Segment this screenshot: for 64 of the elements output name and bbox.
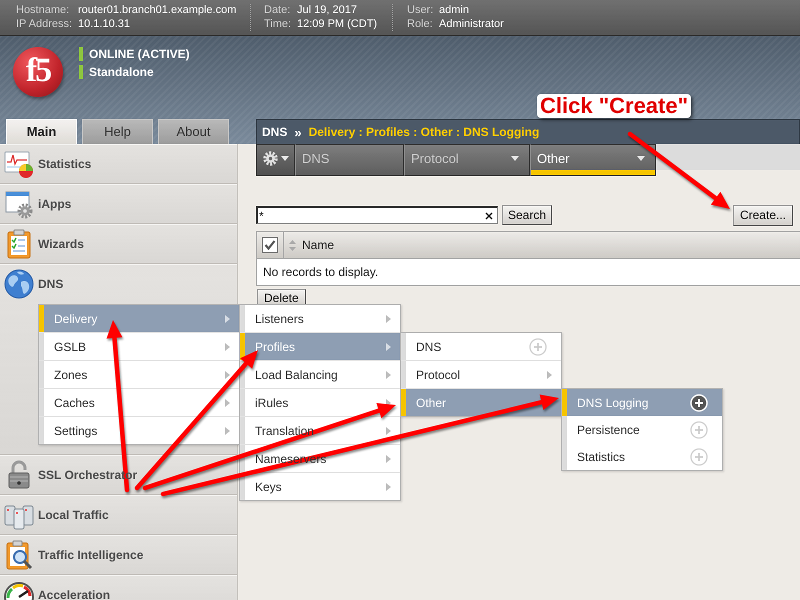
settings-menu-button[interactable] bbox=[256, 144, 295, 176]
sidebar-item[interactable]: Wizards bbox=[0, 225, 237, 263]
search-button[interactable]: Search bbox=[502, 205, 552, 225]
search-field[interactable]: * bbox=[256, 206, 498, 224]
create-button[interactable]: Create... bbox=[732, 204, 793, 226]
globe-icon bbox=[3, 268, 35, 300]
info-value: 10.1.10.31 bbox=[78, 18, 131, 31]
sidebar-item[interactable]: Traffic Intelligence bbox=[0, 536, 237, 574]
caret-right-icon bbox=[386, 370, 391, 378]
menu-item[interactable]: DNS bbox=[401, 333, 561, 361]
caret-right-icon bbox=[547, 370, 552, 378]
nav-tab[interactable]: Help bbox=[82, 119, 153, 144]
info-value: router01.branch01.example.com bbox=[78, 4, 238, 17]
nav-tab[interactable]: About bbox=[158, 119, 229, 144]
caret-right-icon bbox=[225, 314, 230, 322]
info-label: Hostname: bbox=[16, 4, 70, 17]
logo: f5 bbox=[13, 47, 63, 97]
status-text: Standalone bbox=[89, 65, 154, 79]
menu-item[interactable]: Persistence bbox=[562, 416, 722, 443]
info-value: admin bbox=[439, 4, 470, 17]
caret-right-icon bbox=[386, 342, 391, 350]
settings-icon bbox=[262, 150, 278, 166]
info-label: Date: bbox=[264, 4, 292, 17]
caret-right-icon bbox=[386, 454, 391, 462]
info-value: 12:09 PM (CDT) bbox=[297, 18, 378, 31]
info-value: Administrator bbox=[439, 18, 504, 31]
caret-right-icon bbox=[386, 426, 391, 434]
caret-right-icon bbox=[386, 314, 391, 322]
caret-right-icon bbox=[386, 482, 391, 490]
caret-right-icon bbox=[225, 342, 230, 350]
nav-tab[interactable]: Main bbox=[6, 119, 77, 144]
caret-right-icon bbox=[225, 426, 230, 434]
info-label: IP Address: bbox=[16, 18, 74, 31]
status-indicator-icon bbox=[79, 65, 83, 79]
info-label: User: bbox=[407, 4, 434, 17]
menu-item[interactable]: Caches bbox=[39, 389, 239, 417]
sidebar-item[interactable]: DNS bbox=[0, 265, 237, 303]
empty-message: No records to display. bbox=[262, 264, 380, 281]
caret-right-icon bbox=[225, 398, 230, 406]
sidebar-item[interactable]: iApps bbox=[0, 185, 237, 223]
annotation-label: Click "Create" bbox=[537, 94, 692, 118]
caret-down-icon bbox=[280, 156, 288, 160]
menu-item[interactable]: Statistics bbox=[562, 443, 722, 470]
info-value: Jul 19, 2017 bbox=[297, 4, 358, 17]
info-label: Role: bbox=[407, 18, 434, 31]
sort-icon bbox=[289, 240, 296, 250]
clear-icon[interactable] bbox=[485, 212, 493, 220]
breadcrumb-separator: » bbox=[294, 124, 302, 140]
breadcrumb-section: DNS bbox=[262, 125, 288, 139]
menu-item[interactable]: Zones bbox=[39, 361, 239, 389]
column-header[interactable]: Name bbox=[284, 232, 334, 258]
sidebar-item[interactable]: Acceleration bbox=[0, 576, 237, 600]
caret-right-icon bbox=[225, 370, 230, 378]
sidebar-item[interactable]: Statistics bbox=[0, 145, 237, 183]
sidebar-item[interactable]: Local Traffic bbox=[0, 496, 237, 534]
status-indicator-icon bbox=[79, 47, 83, 61]
select-all-checkbox[interactable] bbox=[262, 237, 278, 253]
info-label: Time: bbox=[264, 18, 292, 31]
menu-item[interactable]: Translation bbox=[240, 417, 400, 445]
breadcrumb-path: Delivery : Profiles : Other : DNS Logging bbox=[308, 125, 540, 139]
menu-item[interactable]: Keys bbox=[240, 473, 400, 500]
status-text: ONLINE (ACTIVE) bbox=[89, 47, 190, 61]
section-tab[interactable]: Other bbox=[530, 144, 656, 176]
menu-item[interactable]: Settings bbox=[39, 417, 239, 444]
